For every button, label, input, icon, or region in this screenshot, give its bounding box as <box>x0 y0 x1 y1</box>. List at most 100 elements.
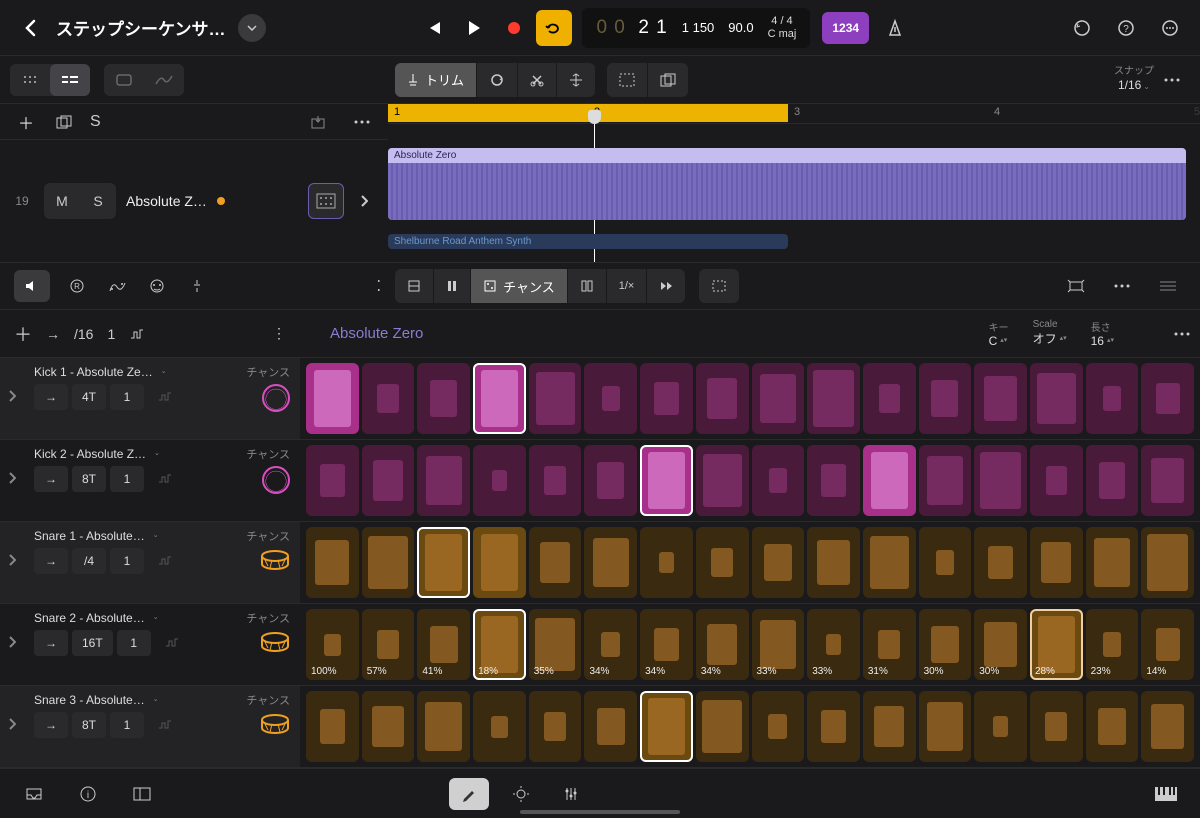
step-cell[interactable] <box>863 691 916 762</box>
step-cell[interactable]: 14% <box>1141 609 1194 680</box>
view-mode-segment[interactable] <box>10 64 90 96</box>
step-cell[interactable] <box>696 691 749 762</box>
step-cell[interactable] <box>640 363 693 434</box>
step-cell[interactable] <box>306 445 359 516</box>
step-cell[interactable] <box>696 363 749 434</box>
step-cell[interactable]: 28% <box>1030 609 1083 680</box>
step-cell[interactable] <box>417 363 470 434</box>
step-cell[interactable] <box>473 691 526 762</box>
step-cell[interactable] <box>584 691 637 762</box>
direction-button[interactable]: → <box>46 326 60 342</box>
expand-row-button[interactable] <box>8 554 16 566</box>
step-cell[interactable] <box>473 445 526 516</box>
record-button[interactable] <box>496 10 532 46</box>
step-cell[interactable] <box>306 363 359 434</box>
row-direction-button[interactable]: → <box>34 466 68 492</box>
grid-view-button[interactable] <box>10 64 50 96</box>
goto-start-button[interactable] <box>416 10 452 46</box>
marquee-button[interactable] <box>607 63 648 97</box>
scale-property[interactable]: Scaleオフ▴▾ <box>1033 319 1067 348</box>
solo-button[interactable]: S <box>80 183 116 219</box>
step-cell[interactable] <box>640 527 693 598</box>
expand-row-button[interactable] <box>8 390 16 402</box>
step-cell[interactable] <box>752 691 805 762</box>
step-cell[interactable] <box>473 527 526 598</box>
snap-setting[interactable]: スナップ 1/16⌄ <box>1114 66 1154 92</box>
step-cell[interactable] <box>640 691 693 762</box>
step-cell[interactable] <box>529 445 582 516</box>
step-cell[interactable] <box>362 691 415 762</box>
step-cell[interactable] <box>417 445 470 516</box>
step-cell[interactable]: 34% <box>696 609 749 680</box>
row-extra-button[interactable] <box>148 384 182 410</box>
step-cell[interactable] <box>640 445 693 516</box>
row-rate-button[interactable]: 4T <box>72 384 106 410</box>
step-cell[interactable]: 31% <box>863 609 916 680</box>
step-cell[interactable]: 33% <box>807 609 860 680</box>
row-extra-button[interactable] <box>148 712 182 738</box>
velocity-mode-button[interactable] <box>434 269 471 303</box>
step-cell[interactable] <box>362 527 415 598</box>
step-cell[interactable]: 23% <box>1086 609 1139 680</box>
step-cell[interactable]: 41% <box>417 609 470 680</box>
step-cell[interactable] <box>1086 691 1139 762</box>
zoom-fit-button[interactable] <box>1058 268 1094 304</box>
step-cell[interactable] <box>696 445 749 516</box>
copy-button[interactable] <box>648 63 688 97</box>
row-one-button[interactable]: 1 <box>110 548 144 574</box>
step-cell[interactable] <box>807 363 860 434</box>
track-name[interactable]: Absolute Z… <box>126 193 207 209</box>
solo-header[interactable]: S <box>90 113 101 131</box>
step-cell[interactable]: 35% <box>529 609 582 680</box>
step-cell[interactable] <box>1141 691 1194 762</box>
loop-mode-button[interactable]: 1/× <box>607 269 648 303</box>
mixer-button[interactable] <box>553 776 589 812</box>
step-cell[interactable] <box>362 363 415 434</box>
back-button[interactable] <box>12 10 48 46</box>
lcd-display[interactable]: 0 0 2 1 1 150 90.0 4 / 4 C maj <box>582 8 810 48</box>
panel-toggle-button[interactable] <box>124 776 160 812</box>
step-cell[interactable] <box>584 445 637 516</box>
step-cell[interactable] <box>696 527 749 598</box>
row-direction-button[interactable]: → <box>34 548 68 574</box>
row-one-button[interactable]: 1 <box>117 630 151 656</box>
step-cell[interactable] <box>306 691 359 762</box>
toolbar-more-button[interactable] <box>1154 62 1190 98</box>
add-track-button[interactable]: ＋ <box>14 104 38 140</box>
tuning-button[interactable]: 1234 <box>822 12 869 44</box>
step-cell[interactable] <box>1141 527 1194 598</box>
step-cell[interactable] <box>974 363 1027 434</box>
trim-tool-button[interactable]: トリム <box>395 63 477 97</box>
row-name[interactable]: Snare 2 - Absolute… <box>34 611 145 625</box>
row-rate-button[interactable]: 8T <box>72 466 106 492</box>
step-cell[interactable] <box>863 363 916 434</box>
inbox-button[interactable] <box>16 776 52 812</box>
loop-tool-button[interactable] <box>477 63 518 97</box>
row-extra-button[interactable] <box>148 548 182 574</box>
pattern-name[interactable]: Absolute Zero <box>300 325 423 342</box>
mute-button[interactable]: M <box>44 183 80 219</box>
row-name[interactable]: Snare 1 - Absolute… <box>34 529 145 543</box>
row-more-button[interactable]: ⋮ <box>272 325 286 342</box>
row-rate-button[interactable]: 16T <box>72 630 113 656</box>
step-cell[interactable] <box>417 691 470 762</box>
brightness-button[interactable] <box>503 776 539 812</box>
region-button[interactable] <box>104 64 144 96</box>
skip-mode-button[interactable] <box>647 269 685 303</box>
play-button[interactable] <box>456 10 492 46</box>
add-row-button[interactable]: ＋ <box>14 321 32 347</box>
step-cell[interactable] <box>1030 363 1083 434</box>
title-dropdown[interactable] <box>238 14 266 42</box>
step-cell[interactable] <box>919 363 972 434</box>
note-repeat-button[interactable] <box>568 269 607 303</box>
record-arm-icon[interactable]: R <box>64 268 90 304</box>
step-cell[interactable] <box>863 445 916 516</box>
chance-mode-button[interactable]: チャンス <box>471 269 568 303</box>
track-more-button[interactable] <box>350 104 374 140</box>
key-property[interactable]: キーC▴▾ <box>989 319 1009 348</box>
help-button[interactable]: ? <box>1108 10 1144 46</box>
import-button[interactable] <box>300 104 336 140</box>
step-cell[interactable] <box>473 363 526 434</box>
expand-row-button[interactable] <box>8 472 16 484</box>
split-tool-button[interactable] <box>518 63 557 97</box>
